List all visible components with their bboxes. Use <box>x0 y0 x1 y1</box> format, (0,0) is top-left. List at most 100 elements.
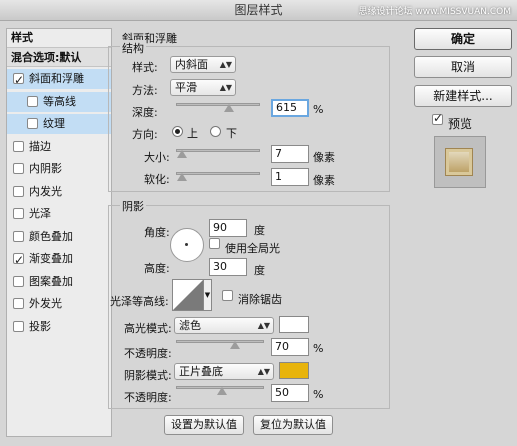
angle-dial[interactable] <box>170 228 204 262</box>
global-light-checkbox[interactable] <box>209 238 220 249</box>
effect-item-pattern-overlay[interactable]: 图案叠加 <box>7 272 111 292</box>
effect-item-drop-shadow[interactable]: 投影 <box>7 317 111 337</box>
effect-checkbox[interactable] <box>13 208 24 219</box>
effect-label: 图案叠加 <box>29 274 73 288</box>
watermark: 思缘设计论坛 www.MISSVUAN.COM <box>358 7 511 17</box>
contour-dropdown-arrow-icon[interactable]: ▼ <box>203 279 212 311</box>
make-default-button[interactable]: 设置为默认值 <box>164 415 244 435</box>
effect-checkbox[interactable] <box>13 70 24 90</box>
style-select[interactable]: 内斜面 ▲▼ <box>170 56 236 73</box>
styles-header[interactable]: 样式 <box>7 29 111 47</box>
effect-item-outer-glow[interactable]: 外发光 <box>7 294 111 314</box>
soften-slider-thumb[interactable] <box>177 173 187 181</box>
preview-thumbnail <box>434 136 486 188</box>
direction-down-radio[interactable] <box>210 126 221 137</box>
effect-checkbox[interactable] <box>13 250 24 270</box>
effect-item-inner-glow[interactable]: 内发光 <box>7 182 111 202</box>
effect-label: 颜色叠加 <box>29 229 73 243</box>
method-label: 方法: <box>132 84 158 97</box>
effect-checkbox[interactable] <box>13 163 24 174</box>
angle-input[interactable]: 90 <box>209 219 247 237</box>
effect-checkbox[interactable] <box>13 140 24 152</box>
effect-label: 渐变叠加 <box>29 252 73 265</box>
effect-checkbox[interactable] <box>13 298 24 309</box>
shadow-mode-select[interactable]: 正片叠底 ▲▼ <box>174 363 274 380</box>
highlight-opacity-track[interactable] <box>176 340 264 343</box>
angle-unit: 度 <box>254 224 265 237</box>
effect-label: 外发光 <box>29 297 62 310</box>
shadow-opacity-label: 不透明度: <box>124 391 172 404</box>
highlight-opacity-thumb[interactable] <box>230 341 240 349</box>
effect-item-contour[interactable]: 等高线 <box>7 91 111 112</box>
angle-dial-center-icon <box>185 243 188 246</box>
effect-item-stroke[interactable]: 描边 <box>7 137 111 157</box>
gloss-contour-picker[interactable] <box>172 279 204 311</box>
soften-slider-track[interactable] <box>176 172 260 175</box>
styles-list-panel: 样式 混合选项:默认 斜面和浮雕等高线纹理描边内阴影内发光光泽颜色叠加渐变叠加图… <box>6 28 112 437</box>
shadow-color-swatch[interactable] <box>279 362 309 379</box>
effect-item-gradient-overlay[interactable]: 渐变叠加 <box>7 249 111 270</box>
new-style-button[interactable]: 新建样式... <box>414 85 512 107</box>
highlight-opacity-unit: % <box>313 342 324 355</box>
cancel-button[interactable]: 取消 <box>414 56 512 78</box>
soften-input[interactable]: 1 <box>271 168 309 186</box>
effect-item-satin[interactable]: 光泽 <box>7 204 111 224</box>
effect-label: 斜面和浮雕 <box>29 72 84 85</box>
shadow-opacity-unit: % <box>313 388 324 401</box>
method-select[interactable]: 平滑 ▲▼ <box>170 79 236 96</box>
blending-options-item[interactable]: 混合选项:默认 <box>7 47 111 67</box>
size-slider-track[interactable] <box>176 149 260 152</box>
style-select-value: 内斜面 <box>175 58 208 71</box>
preview-label: 预览 <box>448 117 473 131</box>
shading-title: 阴影 <box>120 198 146 214</box>
altitude-label: 高度: <box>144 262 170 275</box>
effect-checkbox[interactable] <box>27 95 38 107</box>
effect-item-texture[interactable]: 纹理 <box>7 114 111 134</box>
ok-button[interactable]: 确定 <box>414 28 512 50</box>
global-light-label: 使用全局光 <box>225 242 280 255</box>
depth-slider-thumb[interactable] <box>224 104 234 112</box>
gloss-contour-label: 光泽等高线: <box>110 295 169 308</box>
size-slider-thumb[interactable] <box>177 150 187 158</box>
effect-item-bevel-emboss[interactable]: 斜面和浮雕 <box>7 69 111 90</box>
effect-label: 等高线 <box>43 94 76 108</box>
shadow-opacity-input[interactable]: 50 <box>271 384 309 402</box>
soften-label: 软化: <box>144 173 170 186</box>
shadow-opacity-thumb[interactable] <box>217 387 227 395</box>
select-arrows-icon: ▲▼ <box>257 321 270 330</box>
preview-checkbox[interactable] <box>432 111 443 125</box>
effect-checkbox[interactable] <box>13 185 24 197</box>
effect-checkbox[interactable] <box>27 118 38 129</box>
highlight-opacity-label: 不透明度: <box>124 347 172 360</box>
effect-checkbox[interactable] <box>13 275 24 287</box>
select-arrows-icon: ▲▼ <box>257 367 270 376</box>
effect-item-inner-shadow[interactable]: 内阴影 <box>7 159 111 179</box>
antialias-checkbox[interactable] <box>222 290 233 301</box>
highlight-mode-label: 高光模式: <box>124 322 172 335</box>
effect-label: 纹理 <box>43 117 65 130</box>
direction-label: 方向: <box>132 128 158 141</box>
antialias-label: 消除锯齿 <box>238 293 282 306</box>
size-unit: 像素 <box>313 151 335 164</box>
effect-checkbox[interactable] <box>13 230 24 242</box>
reset-default-button[interactable]: 复位为默认值 <box>253 415 333 435</box>
size-input[interactable]: 7 <box>271 145 309 163</box>
direction-up-label: 上 <box>187 127 198 140</box>
highlight-opacity-input[interactable]: 70 <box>271 338 309 356</box>
depth-slider-track[interactable] <box>176 103 260 106</box>
altitude-input[interactable]: 30 <box>209 258 247 276</box>
effect-checkbox[interactable] <box>13 320 24 332</box>
altitude-unit: 度 <box>254 264 265 277</box>
highlight-color-swatch[interactable] <box>279 316 309 333</box>
effect-label: 内发光 <box>29 184 62 198</box>
depth-input[interactable]: 615 <box>271 99 309 117</box>
select-arrows-icon: ▲▼ <box>219 83 232 92</box>
highlight-mode-select[interactable]: 滤色 ▲▼ <box>174 317 274 334</box>
effect-label: 投影 <box>29 319 51 333</box>
shadow-mode-label: 阴影模式: <box>124 369 172 382</box>
shadow-mode-value: 正片叠底 <box>179 365 223 378</box>
effect-label: 光泽 <box>29 207 51 220</box>
style-label: 样式: <box>132 61 158 74</box>
effect-item-color-overlay[interactable]: 颜色叠加 <box>7 227 111 247</box>
direction-up-radio[interactable] <box>172 126 183 137</box>
